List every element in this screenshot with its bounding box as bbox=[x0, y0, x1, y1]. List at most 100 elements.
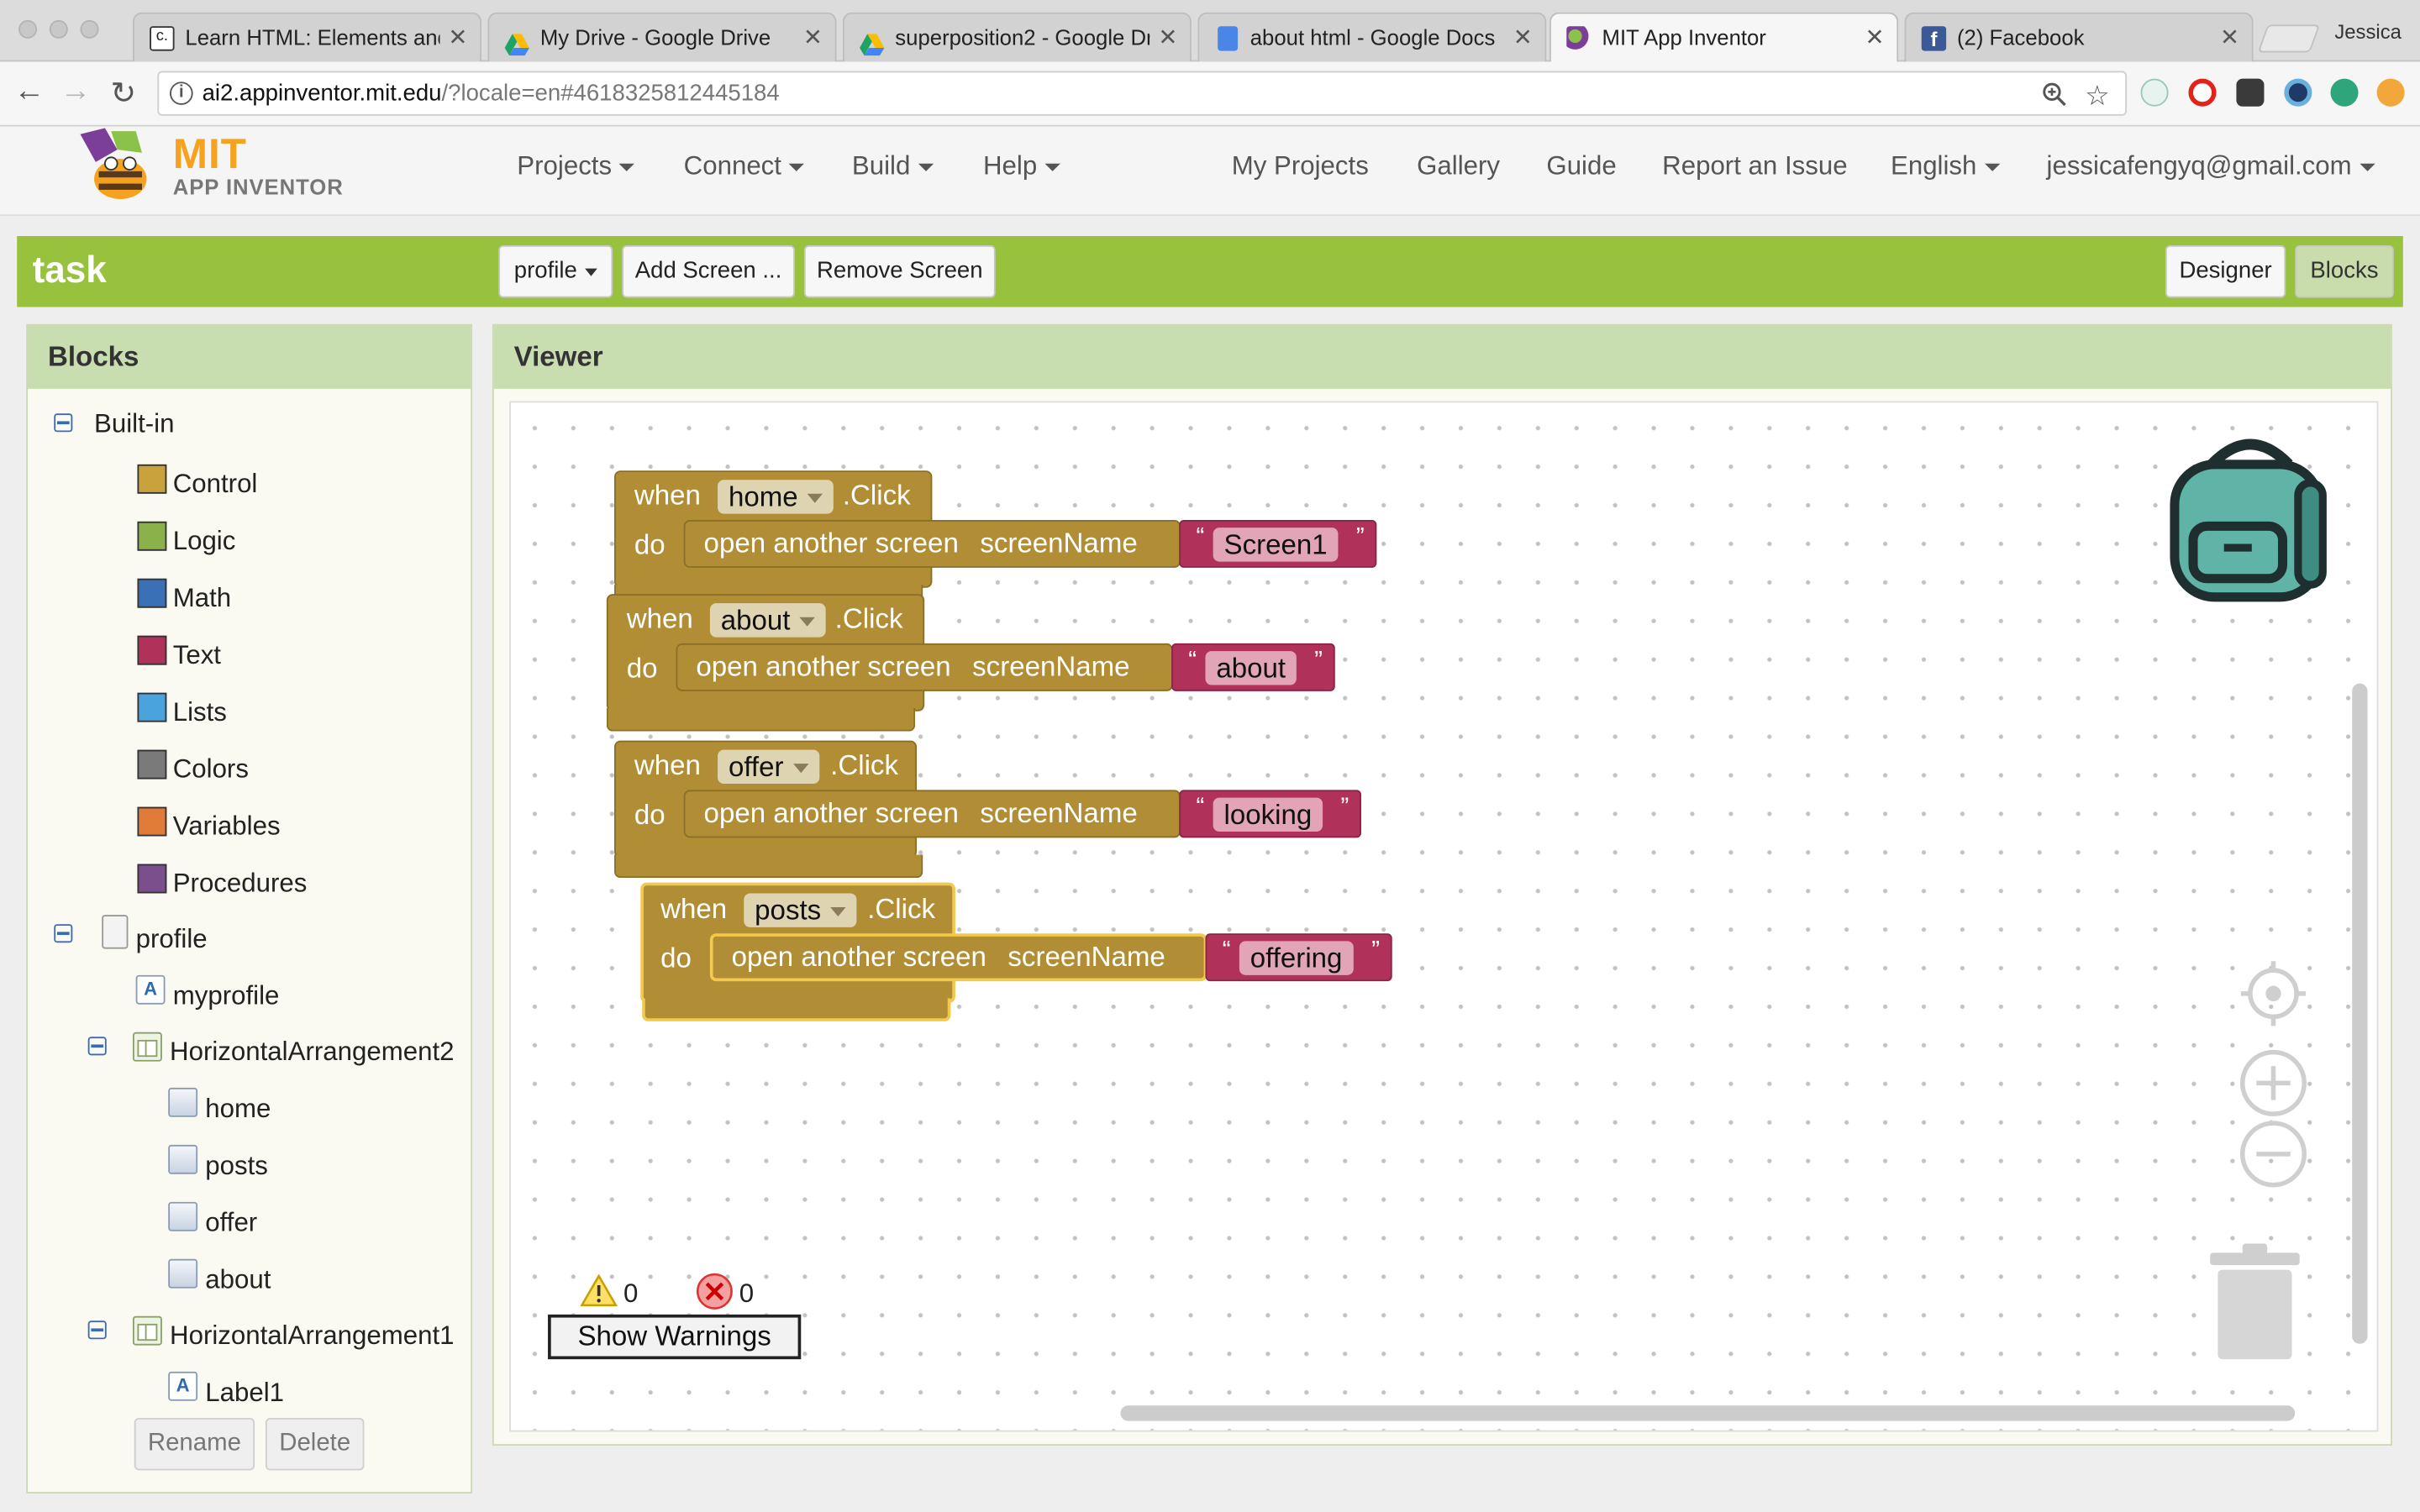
text-string-block[interactable]: “ offering ” bbox=[1205, 933, 1392, 982]
tree-label1[interactable]: Label1 bbox=[205, 1378, 284, 1409]
menu-language[interactable]: English bbox=[1891, 151, 2000, 182]
drawer-text[interactable]: Text bbox=[173, 640, 221, 671]
back-arrow-icon[interactable]: ← bbox=[11, 74, 48, 109]
tree-myprofile[interactable]: myprofile bbox=[173, 981, 280, 1012]
tree-screen-profile[interactable]: profile bbox=[136, 924, 208, 955]
click-label: .Click bbox=[867, 893, 936, 925]
drawer-variables[interactable]: Variables bbox=[173, 811, 281, 843]
zoom-out-icon[interactable] bbox=[2238, 1119, 2308, 1189]
string-value[interactable]: Screen1 bbox=[1213, 528, 1339, 562]
backpack-icon[interactable] bbox=[2165, 430, 2335, 609]
drawer-math[interactable]: Math bbox=[173, 583, 231, 614]
add-screen-button[interactable]: Add Screen ... bbox=[622, 245, 795, 298]
tree-offer[interactable]: offer bbox=[205, 1208, 257, 1239]
reload-icon[interactable]: ↻ bbox=[105, 74, 142, 113]
string-value[interactable]: about bbox=[1205, 651, 1297, 685]
extension-ud-icon[interactable] bbox=[2330, 78, 2359, 107]
window-minimize-button[interactable] bbox=[49, 19, 68, 39]
tab-title: about html - Google Docs bbox=[1249, 24, 1496, 50]
window-close-button[interactable] bbox=[18, 19, 38, 39]
menu-build[interactable]: Build bbox=[852, 151, 934, 182]
collapse-toggle-harr2[interactable] bbox=[87, 1037, 107, 1056]
open-screen-block[interactable]: open another screen screenName bbox=[683, 790, 1181, 838]
menu-connect[interactable]: Connect bbox=[684, 151, 805, 182]
close-icon[interactable]: ✕ bbox=[803, 14, 823, 62]
drawer-procedures[interactable]: Procedures bbox=[173, 869, 308, 900]
component-dropdown-posts[interactable]: posts bbox=[744, 893, 857, 927]
menu-help[interactable]: Help bbox=[983, 151, 1060, 182]
extension-evernote-icon[interactable] bbox=[2236, 78, 2265, 107]
screen-select-button[interactable]: profile bbox=[498, 245, 613, 298]
url-text[interactable]: ai2.appinventor.mit.edu/?locale=en#46183… bbox=[203, 72, 780, 114]
drawer-colors[interactable]: Colors bbox=[173, 754, 249, 785]
zoom-in-icon[interactable] bbox=[2238, 1047, 2308, 1118]
text-string-block[interactable]: “ looking ” bbox=[1179, 790, 1362, 838]
link-guide[interactable]: Guide bbox=[1546, 151, 1616, 182]
tree-home[interactable]: home bbox=[205, 1094, 271, 1125]
string-value[interactable]: offering bbox=[1239, 941, 1354, 975]
browser-tab[interactable]: c. Learn HTML: Elements and ✕ bbox=[132, 12, 482, 62]
blocks-workspace[interactable]: when home .Click do open another screen … bbox=[509, 401, 2379, 1432]
recenter-icon[interactable] bbox=[2238, 958, 2308, 1029]
event-block-foot bbox=[614, 854, 923, 879]
show-warnings-button[interactable]: Show Warnings bbox=[548, 1314, 802, 1360]
browser-tab-active[interactable]: MIT App Inventor ✕ bbox=[1549, 12, 1899, 64]
link-gallery[interactable]: Gallery bbox=[1417, 151, 1500, 182]
close-icon[interactable]: ✕ bbox=[1158, 14, 1177, 62]
tree-posts[interactable]: posts bbox=[205, 1151, 268, 1182]
forward-arrow-icon[interactable]: → bbox=[57, 74, 94, 109]
component-dropdown-offer[interactable]: offer bbox=[718, 749, 819, 785]
browser-tab[interactable]: My Drive - Google Drive ✕ bbox=[487, 12, 837, 62]
delete-button[interactable]: Delete bbox=[265, 1417, 365, 1471]
string-value[interactable]: looking bbox=[1213, 797, 1323, 832]
workspace-horizontal-scrollbar[interactable] bbox=[1120, 1405, 2296, 1421]
window-zoom-button[interactable] bbox=[80, 19, 99, 39]
open-screen-block[interactable]: open another screen screenName bbox=[709, 933, 1207, 982]
link-my-projects[interactable]: My Projects bbox=[1232, 151, 1369, 182]
tree-builtin[interactable]: Built-in bbox=[94, 409, 174, 440]
extension-upload-icon[interactable] bbox=[2376, 78, 2405, 107]
collapse-toggle-harr1[interactable] bbox=[87, 1320, 107, 1340]
component-dropdown-home[interactable]: home bbox=[718, 480, 834, 514]
button-component-icon bbox=[168, 1087, 198, 1117]
browser-tab[interactable]: about html - Google Docs ✕ bbox=[1197, 12, 1547, 62]
zoom-icon[interactable] bbox=[2042, 79, 2066, 121]
browser-profile-name[interactable]: Jessica bbox=[2334, 20, 2402, 44]
browser-tab[interactable]: f (2) Facebook ✕ bbox=[1904, 12, 2254, 62]
extension-link-icon[interactable] bbox=[2140, 78, 2169, 107]
open-screen-block[interactable]: open another screen screenName bbox=[683, 519, 1181, 568]
link-report-issue[interactable]: Report an Issue bbox=[1662, 151, 1847, 182]
extension-eye-icon[interactable] bbox=[2284, 78, 2312, 107]
collapse-toggle-screen[interactable] bbox=[54, 924, 73, 943]
url-field[interactable]: i ai2.appinventor.mit.edu/?locale=en#461… bbox=[157, 71, 2128, 118]
drawer-control[interactable]: Control bbox=[173, 469, 258, 500]
tree-about[interactable]: about bbox=[205, 1265, 271, 1296]
bookmark-star-icon[interactable]: ☆ bbox=[2085, 76, 2110, 118]
info-icon[interactable]: i bbox=[170, 81, 193, 105]
menu-account[interactable]: jessicafengyq@gmail.com bbox=[2047, 151, 2375, 182]
close-icon[interactable]: ✕ bbox=[1513, 14, 1533, 62]
app-inventor-logo[interactable]: MIT APP INVENTOR bbox=[74, 128, 352, 208]
tree-horizontalarrangement1[interactable]: HorizontalArrangement1 bbox=[170, 1320, 454, 1352]
collapse-toggle-builtin[interactable] bbox=[54, 413, 73, 433]
new-tab-button[interactable] bbox=[2257, 24, 2321, 53]
close-icon[interactable]: ✕ bbox=[448, 14, 467, 62]
open-screen-block[interactable]: open another screen screenName bbox=[676, 643, 1173, 691]
blocks-button[interactable]: Blocks bbox=[2295, 245, 2394, 298]
designer-button[interactable]: Designer bbox=[2165, 245, 2286, 298]
text-string-block[interactable]: “ about ” bbox=[1171, 643, 1335, 691]
tree-horizontalarrangement2[interactable]: HorizontalArrangement2 bbox=[170, 1037, 454, 1068]
menu-projects[interactable]: Projects bbox=[517, 151, 635, 182]
remove-screen-button[interactable]: Remove Screen bbox=[803, 245, 996, 298]
browser-tab[interactable]: superposition2 - Google Dr ✕ bbox=[842, 12, 1192, 62]
text-string-block[interactable]: “ Screen1 ” bbox=[1179, 519, 1377, 568]
component-dropdown-about[interactable]: about bbox=[709, 603, 826, 638]
close-icon[interactable]: ✕ bbox=[1865, 14, 1885, 62]
drawer-lists[interactable]: Lists bbox=[173, 697, 227, 728]
rename-button[interactable]: Rename bbox=[134, 1417, 255, 1471]
drawer-logic[interactable]: Logic bbox=[173, 526, 236, 557]
workspace-vertical-scrollbar[interactable] bbox=[2352, 683, 2368, 1344]
extension-opera-icon[interactable] bbox=[2188, 78, 2217, 107]
close-icon[interactable]: ✕ bbox=[2220, 14, 2239, 62]
trash-icon[interactable] bbox=[2207, 1243, 2303, 1361]
